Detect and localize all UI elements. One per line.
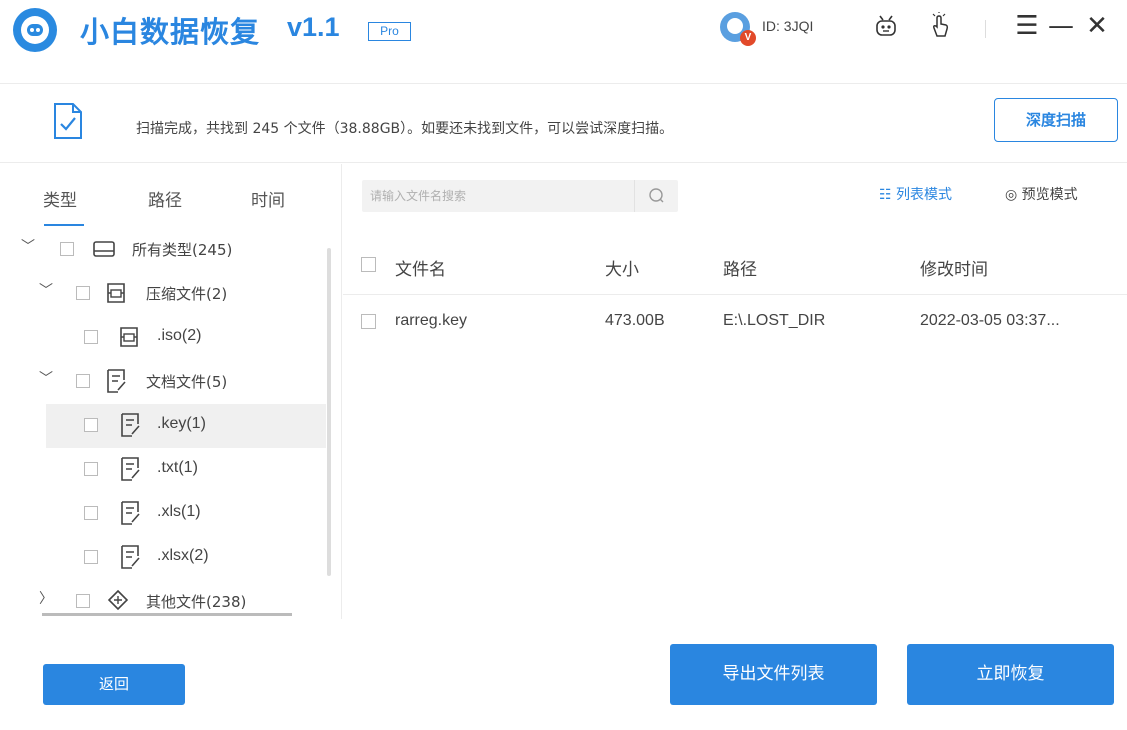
search-icon xyxy=(649,188,664,203)
chevron-down-icon[interactable]: ﹀ xyxy=(20,239,36,255)
select-all-checkbox[interactable] xyxy=(361,257,376,272)
archive-icon xyxy=(120,327,138,347)
other-file-icon xyxy=(107,589,129,611)
search-input[interactable] xyxy=(362,180,632,212)
tree-item-label: 文档文件(5) xyxy=(146,373,228,391)
drive-icon xyxy=(93,241,115,257)
column-header-path[interactable]: 路径 xyxy=(723,255,757,280)
tree-item-label: 所有类型(245) xyxy=(132,241,233,259)
close-icon[interactable]: ✕ xyxy=(1082,8,1112,44)
tree-item-xlsx[interactable]: .xlsx(2) xyxy=(0,536,326,580)
tree-scrollbar[interactable] xyxy=(327,248,331,576)
cell-file-size: 473.00B xyxy=(605,312,665,329)
tree-item-label: .key(1) xyxy=(157,415,206,432)
app-logo-icon xyxy=(13,8,57,52)
tree-checkbox[interactable] xyxy=(84,418,98,432)
user-id: ID: 3JQI xyxy=(762,18,814,34)
tab-path[interactable]: 路径 xyxy=(148,186,182,211)
tab-time[interactable]: 时间 xyxy=(251,186,285,211)
cell-modified-time: 2022-03-05 03:37... xyxy=(920,312,1060,329)
search-button[interactable] xyxy=(634,180,678,212)
app-title: 小白数据恢复 xyxy=(80,15,261,49)
chevron-down-icon[interactable]: ﹀ xyxy=(38,371,54,387)
tab-type[interactable]: 类型 xyxy=(43,186,77,211)
tree-checkbox[interactable] xyxy=(76,374,90,388)
tree-item-label: 其他文件(238) xyxy=(146,593,247,611)
avatar-icon[interactable]: V xyxy=(720,12,756,46)
chevron-right-icon[interactable]: 〉 xyxy=(38,591,54,607)
tree-item-archives[interactable]: ﹀ 压缩文件(2) xyxy=(0,272,326,316)
tree-item-key[interactable]: .key(1) xyxy=(46,404,326,448)
cell-file-path: E:\.LOST_DIR xyxy=(723,312,826,329)
scan-result-message: 扫描完成，共找到 245 个文件（38.88GB）。如要还未找到文件，可以尝试深… xyxy=(136,121,674,137)
tree-checkbox[interactable] xyxy=(84,550,98,564)
tree-item-xls[interactable]: .xls(1) xyxy=(0,492,326,536)
tree-checkbox[interactable] xyxy=(60,242,74,256)
row-checkbox[interactable] xyxy=(361,314,376,329)
preview-mode-toggle[interactable]: ◎ 预览模式 xyxy=(1005,184,1078,204)
tree-checkbox[interactable] xyxy=(76,594,90,608)
hand-pointer-icon[interactable] xyxy=(926,12,954,40)
title-bar: 小白数据恢复 v1.1 Pro V ID: 3JQI ☰ — ✕ xyxy=(0,0,1127,84)
column-header-size[interactable]: 大小 xyxy=(605,255,639,280)
tree-checkbox[interactable] xyxy=(76,286,90,300)
table-row[interactable]: rarreg.key 473.00B E:\.LOST_DIR 2022-03-… xyxy=(343,297,1127,347)
document-icon xyxy=(121,457,140,481)
document-icon xyxy=(121,545,140,569)
file-table-header: 文件名 大小 路径 修改时间 xyxy=(343,235,1127,295)
document-icon xyxy=(107,369,126,393)
column-header-name[interactable]: 文件名 xyxy=(395,255,446,280)
tree-item-other[interactable]: 〉 其他文件(238) xyxy=(0,580,326,612)
deep-scan-button[interactable]: 深度扫描 xyxy=(994,98,1118,142)
tree-horizontal-scrollbar[interactable] xyxy=(42,613,292,616)
tree-item-label: .txt(1) xyxy=(157,459,198,476)
column-header-modified[interactable]: 修改时间 xyxy=(920,255,988,280)
toolbar-divider xyxy=(985,20,986,38)
tree-item-label: .iso(2) xyxy=(157,327,202,344)
file-type-pane: 类型 路径 时间 ﹀ 所有类型(245) ﹀ 压缩文件(2) .iso(2) ﹀… xyxy=(0,164,342,619)
tree-checkbox[interactable] xyxy=(84,506,98,520)
tree-item-label: .xlsx(2) xyxy=(157,547,209,564)
list-mode-toggle[interactable]: ☷ 列表模式 xyxy=(879,184,952,204)
tree-item-label: 压缩文件(2) xyxy=(146,285,228,303)
document-icon xyxy=(121,501,140,525)
minimize-icon[interactable]: — xyxy=(1046,8,1076,44)
export-file-list-button[interactable]: 导出文件列表 xyxy=(670,644,877,705)
chevron-down-icon[interactable]: ﹀ xyxy=(38,283,54,299)
menu-icon[interactable]: ☰ xyxy=(1012,8,1042,44)
tree-item-txt[interactable]: .txt(1) xyxy=(0,448,326,492)
tree-item-label: .xls(1) xyxy=(157,503,201,520)
app-version: v1.1 xyxy=(287,12,340,42)
category-tree: ﹀ 所有类型(245) ﹀ 压缩文件(2) .iso(2) ﹀ 文档文件(5) … xyxy=(0,228,326,612)
tree-checkbox[interactable] xyxy=(84,462,98,476)
robot-icon[interactable] xyxy=(872,12,900,40)
pro-badge: Pro xyxy=(368,22,411,41)
tree-item-all-types[interactable]: ﹀ 所有类型(245) xyxy=(0,228,326,272)
search-box xyxy=(362,180,678,212)
document-check-icon xyxy=(54,103,82,139)
tree-item-documents[interactable]: ﹀ 文档文件(5) xyxy=(0,360,326,404)
active-tab-indicator xyxy=(44,224,84,226)
tree-item-iso[interactable]: .iso(2) xyxy=(0,316,326,360)
cell-file-name: rarreg.key xyxy=(395,312,468,329)
vip-badge: V xyxy=(740,30,756,46)
recover-now-button[interactable]: 立即恢复 xyxy=(907,644,1114,705)
tree-checkbox[interactable] xyxy=(84,330,98,344)
document-icon xyxy=(121,413,140,437)
back-button[interactable]: 返回 xyxy=(43,664,185,705)
scan-info-bar: 扫描完成，共找到 245 个文件（38.88GB）。如要还未找到文件，可以尝试深… xyxy=(0,85,1127,163)
archive-icon xyxy=(107,283,125,303)
